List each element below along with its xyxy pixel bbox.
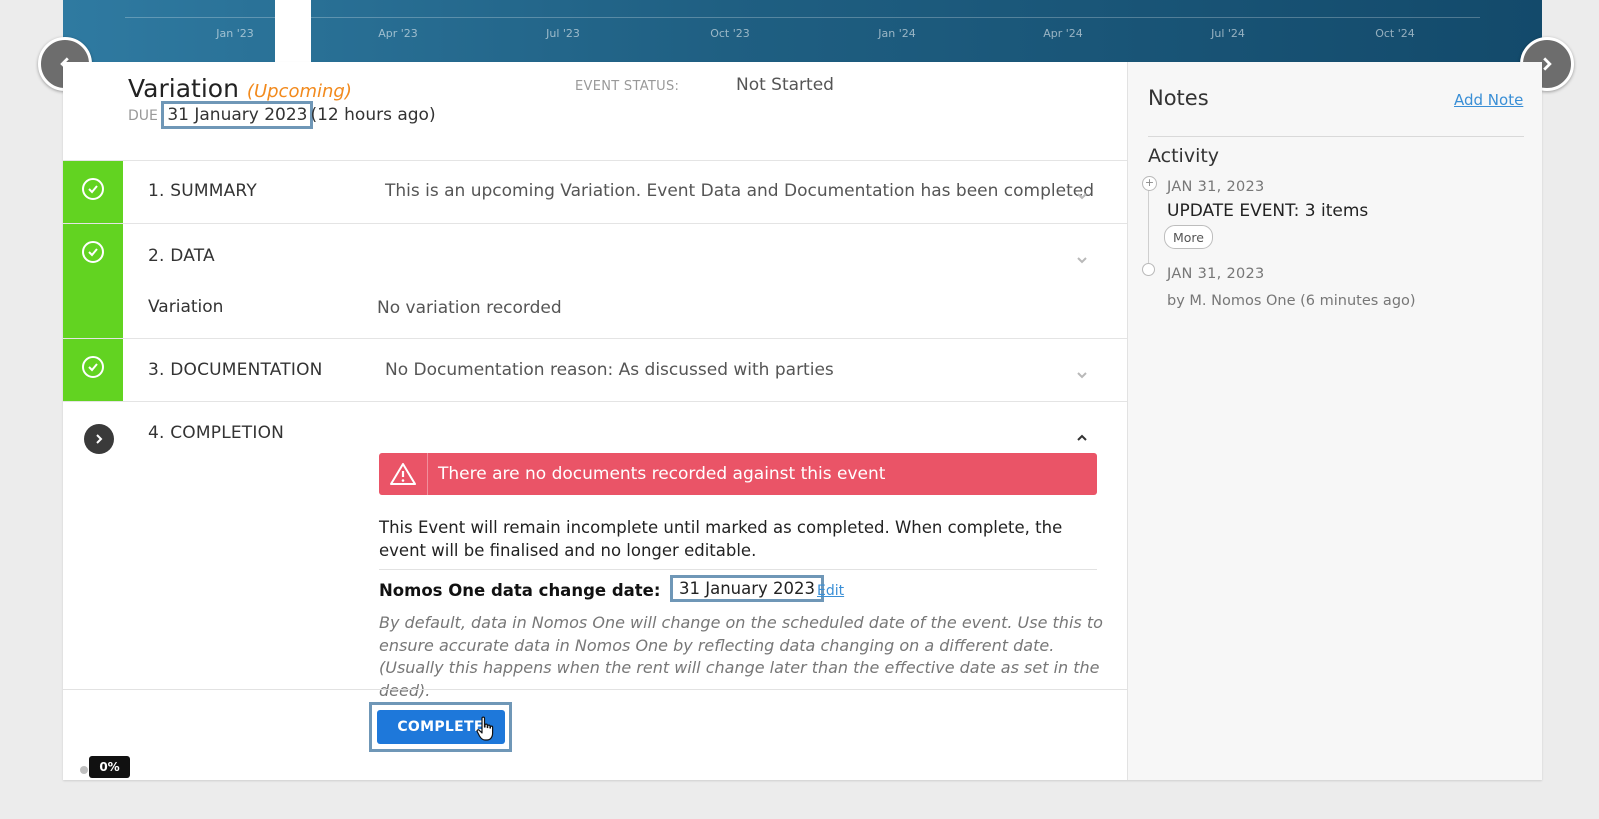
timeline-tick: Oct '23 <box>710 27 750 40</box>
hand-cursor-icon <box>476 716 494 741</box>
timeline-current-marker <box>275 0 311 62</box>
due-date[interactable]: 31 January 2023 <box>161 101 314 129</box>
add-note-link[interactable]: Add Note <box>1454 91 1523 109</box>
section-title: 1. SUMMARY <box>148 181 257 201</box>
chevron-right-icon <box>1543 57 1552 71</box>
warning-icon <box>379 453 428 495</box>
activity-event: UPDATE EVENT: 3 items <box>1167 201 1369 221</box>
more-button[interactable]: More <box>1164 225 1213 249</box>
timeline-band[interactable]: Jan '23 Apr '23 Jul '23 Oct '23 Jan '24 … <box>63 0 1542 62</box>
alert-message: There are no documents recorded against … <box>438 464 886 484</box>
timeline-tick: Jan '23 <box>216 27 254 40</box>
current-step-icon <box>84 424 114 454</box>
timeline-dot-icon <box>1142 263 1155 276</box>
event-status-value: Not Started <box>736 75 834 95</box>
section-documentation[interactable]: 3. DOCUMENTATION No Documentation reason… <box>63 338 1127 401</box>
activity-title: Activity <box>1148 145 1220 167</box>
divider <box>63 689 1127 690</box>
chevron-down-icon[interactable] <box>1076 366 1090 380</box>
due-relative: (12 hours ago) <box>310 105 436 125</box>
timeline-tick: Jul '24 <box>1211 27 1245 40</box>
plus-circle-icon[interactable]: + <box>1142 176 1157 191</box>
section-summary-text: This is an upcoming Variation. Event Dat… <box>385 181 1094 201</box>
no-documents-alert: There are no documents recorded against … <box>379 453 1097 495</box>
activity-date: JAN 31, 2023 <box>1167 266 1265 282</box>
due-line: DUE 31 January 2023 (12 hours ago) <box>128 101 436 129</box>
check-circle-icon <box>82 356 104 378</box>
check-circle-icon <box>82 178 104 200</box>
section-title: 2. DATA <box>148 246 215 266</box>
variation-label: Variation <box>148 297 224 317</box>
progress-dot <box>80 766 88 774</box>
chevron-up-icon[interactable] <box>1076 429 1090 443</box>
chevron-down-icon[interactable] <box>1076 187 1090 201</box>
section-title: 3. DOCUMENTATION <box>148 360 323 380</box>
divider <box>1148 136 1524 137</box>
activity-date: JAN 31, 2023 <box>1167 179 1265 195</box>
timeline-tick: Oct '24 <box>1375 27 1415 40</box>
section-completion: 4. COMPLETION There are no documents rec… <box>63 401 1127 781</box>
edit-change-date-link[interactable]: Edit <box>817 583 844 599</box>
notes-panel: Notes Add Note Activity + JAN 31, 2023 U… <box>1127 62 1542 780</box>
event-details-panel: Variation (Upcoming) DUE 31 January 2023(… <box>63 62 1127 780</box>
change-date-value[interactable]: 31 January 2023 <box>669 575 825 602</box>
timeline-tick: Jul '23 <box>546 27 580 40</box>
timeline-tick: Jan '24 <box>878 27 916 40</box>
section-status-bar <box>63 161 123 223</box>
chevron-down-icon[interactable] <box>1076 251 1090 265</box>
timeline-axis <box>125 17 1480 18</box>
status-tag: (Upcoming) <box>246 81 352 102</box>
progress-badge: 0% <box>89 756 130 778</box>
notes-title: Notes <box>1148 86 1209 110</box>
variation-value: No variation recorded <box>377 298 562 318</box>
section-data[interactable]: 2. DATA Variation No variation recorded <box>63 223 1127 338</box>
timeline-tick: Apr '23 <box>378 27 418 40</box>
section-title[interactable]: 4. COMPLETION <box>148 423 284 443</box>
due-label: DUE <box>128 108 158 124</box>
check-circle-icon <box>82 241 104 263</box>
completion-description: This Event will remain incomplete until … <box>379 518 1063 560</box>
activity-timeline-line <box>1148 183 1149 271</box>
activity-author: by M. Nomos One (6 minutes ago) <box>1167 293 1416 309</box>
section-summary-text: No Documentation reason: As discussed wi… <box>385 360 834 380</box>
section-status-bar <box>63 339 123 401</box>
divider <box>379 569 1097 570</box>
section-summary[interactable]: 1. SUMMARY This is an upcoming Variation… <box>63 160 1127 223</box>
section-status-bar <box>63 224 123 338</box>
page-title: Variation (Upcoming) <box>128 74 352 103</box>
event-status-label: EVENT STATUS: <box>575 79 680 94</box>
event-type-title: Variation <box>128 74 239 103</box>
event-card: Variation (Upcoming) DUE 31 January 2023(… <box>63 62 1542 780</box>
timeline-tick: Apr '24 <box>1043 27 1083 40</box>
change-date-label: Nomos One data change date: <box>379 581 661 600</box>
